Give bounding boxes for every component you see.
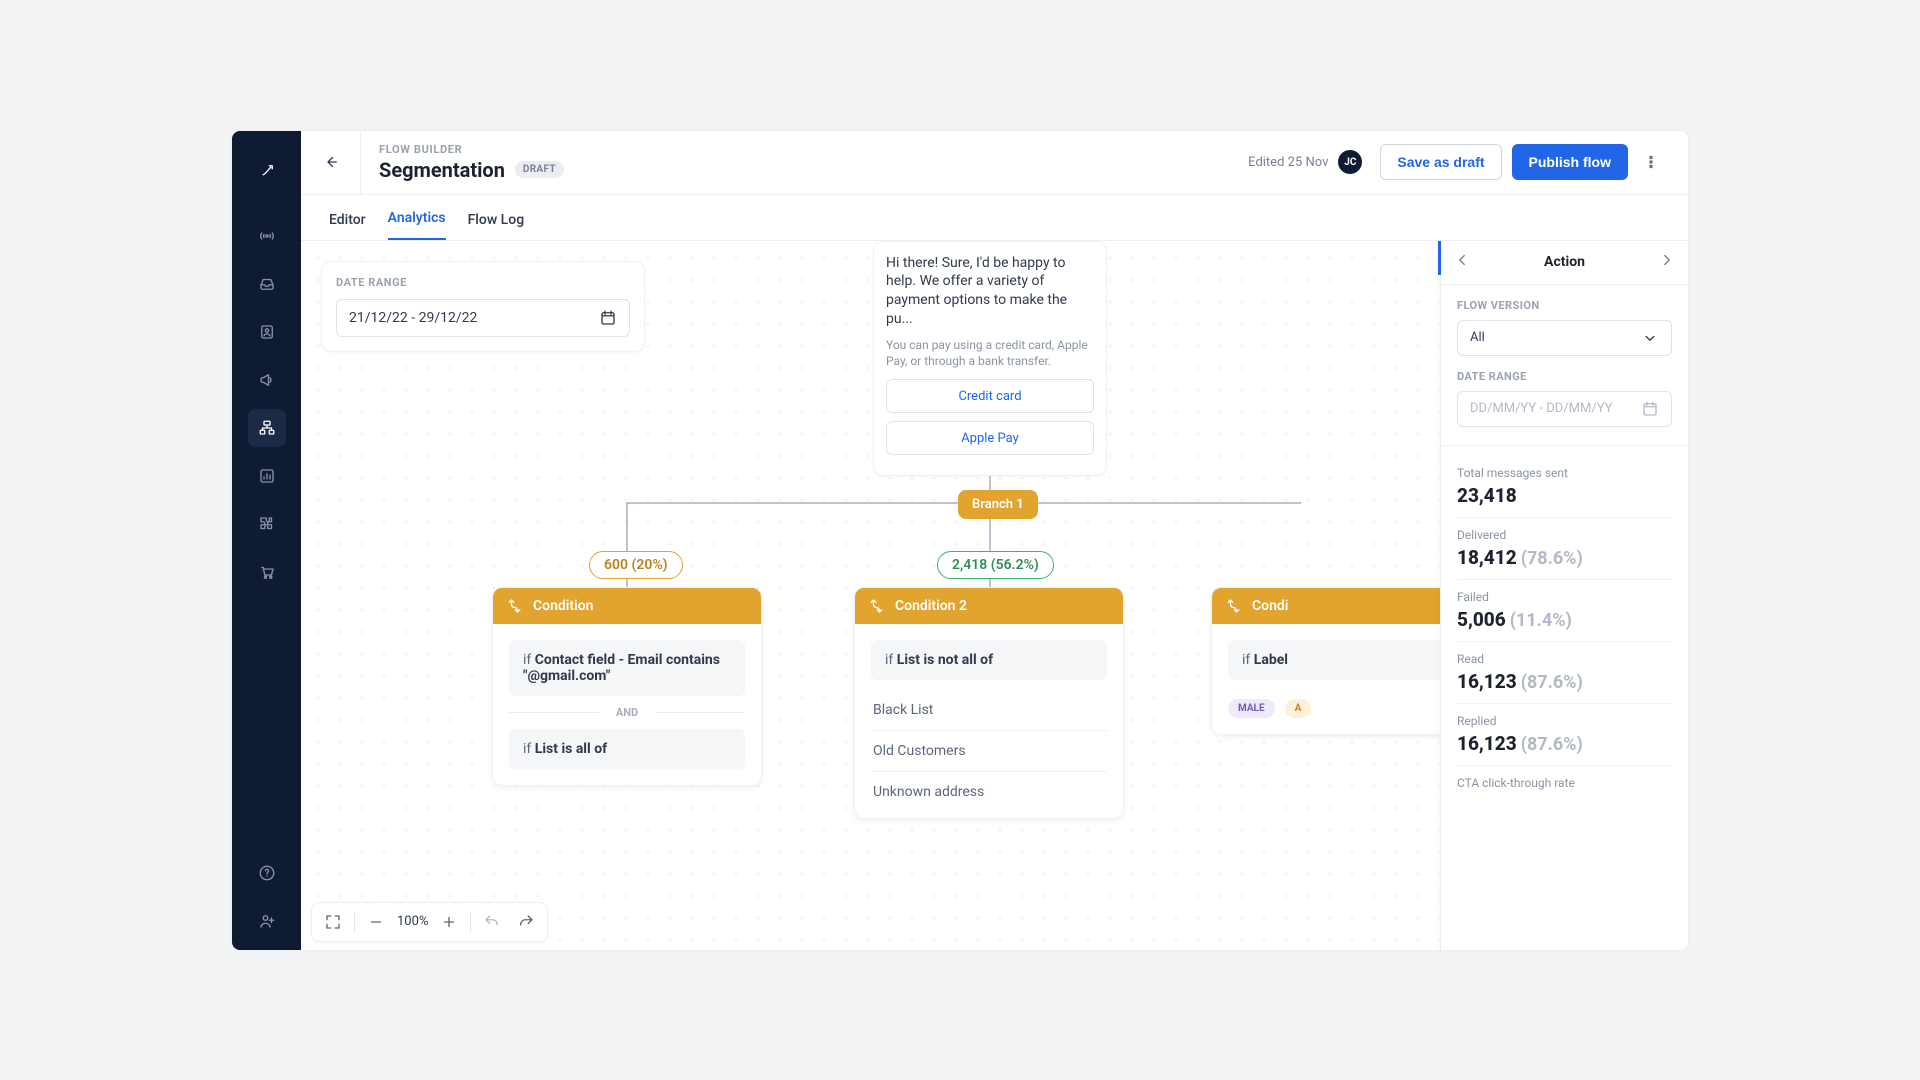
rule-box: if List is not all of <box>871 640 1107 680</box>
nav-help-icon[interactable] <box>248 854 286 892</box>
branch-node[interactable]: Branch 1 <box>958 490 1038 519</box>
panel-prev-button[interactable] <box>1453 251 1471 273</box>
rule-box: if List is all of <box>509 729 745 769</box>
nav-inbox-icon[interactable] <box>248 265 286 303</box>
stat-replied: Replied 16,123(87.6%) <box>1457 704 1672 766</box>
calendar-icon <box>1641 400 1659 418</box>
and-separator: AND <box>509 706 745 719</box>
analytics-panel: Action FLOW VERSION All DATE RANGE DD/MM… <box>1440 241 1688 950</box>
status-badge: DRAFT <box>515 161 564 178</box>
tag-pill: MALE <box>1228 699 1275 718</box>
edited-label: Edited 25 Nov <box>1248 155 1328 170</box>
rule-box: if Contact field - Email contains "@gmai… <box>509 640 745 696</box>
back-button[interactable] <box>301 131 361 195</box>
panel-title: Action <box>1544 254 1585 270</box>
zoom-out-button[interactable] <box>361 907 391 937</box>
condition-icon <box>507 597 525 615</box>
zoom-toolbar: 100% <box>311 902 548 942</box>
list-item: Black List <box>871 690 1107 731</box>
stat-read: Read 16,123(87.6%) <box>1457 642 1672 704</box>
avatar[interactable]: JC <box>1338 150 1362 174</box>
nav-flow-icon[interactable] <box>248 409 286 447</box>
panel-date-input[interactable]: DD/MM/YY - DD/MM/YY <box>1457 391 1672 427</box>
topbar: FLOW BUILDER Segmentation DRAFT Edited 2… <box>301 131 1688 195</box>
zoom-level: 100% <box>395 914 430 929</box>
date-range-card: DATE RANGE 21/12/22 - 29/12/22 <box>321 261 645 352</box>
date-range-input[interactable]: 21/12/22 - 29/12/22 <box>336 299 630 337</box>
stat-cta: CTA click-through rate <box>1457 766 1672 804</box>
panel-date-label: DATE RANGE <box>1457 370 1672 383</box>
flow-version-label: FLOW VERSION <box>1457 299 1672 312</box>
stat-delivered: Delivered 18,412(78.6%) <box>1457 518 1672 580</box>
nav-analytics-icon[interactable] <box>248 457 286 495</box>
fullscreen-button[interactable] <box>318 907 348 937</box>
stat-failed: Failed 5,006(11.4%) <box>1457 580 1672 642</box>
nav-integrations-icon[interactable] <box>248 505 286 543</box>
condition-title: Condition 2 <box>895 598 967 614</box>
tab-editor[interactable]: Editor <box>329 212 366 240</box>
page-title: Segmentation <box>379 158 505 182</box>
nav-invite-icon[interactable] <box>248 902 286 940</box>
condition-icon <box>1226 597 1244 615</box>
tab-flow-log[interactable]: Flow Log <box>468 212 525 240</box>
nav-commerce-icon[interactable] <box>248 553 286 591</box>
condition-icon <box>869 597 887 615</box>
message-text: Hi there! Sure, I'd be happy to help. We… <box>886 254 1094 330</box>
tabs: Editor Analytics Flow Log <box>301 195 1688 241</box>
save-draft-button[interactable]: Save as draft <box>1380 144 1501 180</box>
reply-button-credit[interactable]: Credit card <box>886 379 1094 413</box>
nav-contact-icon[interactable] <box>248 313 286 351</box>
more-menu-button[interactable] <box>1634 145 1668 179</box>
nav-campaign-icon[interactable] <box>248 361 286 399</box>
breadcrumb-label: FLOW BUILDER <box>379 143 564 156</box>
list-item: Old Customers <box>871 731 1107 772</box>
condition-title: Condi <box>1252 598 1288 614</box>
message-node[interactable]: Hi there! Sure, I'd be happy to help. We… <box>873 241 1107 477</box>
tag-pill: A <box>1285 699 1312 718</box>
branch-count-2: 2,418 (56.2%) <box>937 551 1054 579</box>
publish-button[interactable]: Publish flow <box>1512 144 1628 180</box>
condition-title: Condition <box>533 598 594 614</box>
rule-box: if Label <box>1228 640 1464 680</box>
date-range-label: DATE RANGE <box>336 276 630 289</box>
list-item: Unknown address <box>871 772 1107 812</box>
panel-next-button[interactable] <box>1658 251 1676 273</box>
branch-count-1: 600 (20%) <box>589 551 683 579</box>
sidebar <box>232 131 301 950</box>
condition-node-1[interactable]: Condition if Contact field - Email conta… <box>492 587 762 786</box>
app-logo[interactable] <box>255 159 279 183</box>
flow-version-select[interactable]: All <box>1457 320 1672 356</box>
tab-analytics[interactable]: Analytics <box>388 210 446 240</box>
redo-button[interactable] <box>511 907 541 937</box>
date-range-value: 21/12/22 - 29/12/22 <box>349 310 477 326</box>
nav-broadcast-icon[interactable] <box>248 217 286 255</box>
undo-button[interactable] <box>477 907 507 937</box>
reply-button-apple[interactable]: Apple Pay <box>886 421 1094 455</box>
stat-sent: Total messages sent 23,418 <box>1457 456 1672 518</box>
condition-node-2[interactable]: Condition 2 if List is not all of Black … <box>854 587 1124 819</box>
canvas[interactable]: DATE RANGE 21/12/22 - 29/12/22 Hi there!… <box>301 241 1688 950</box>
calendar-icon <box>599 309 617 327</box>
zoom-in-button[interactable] <box>434 907 464 937</box>
message-subtext: You can pay using a credit card, Apple P… <box>886 337 1094 369</box>
chevron-down-icon <box>1641 329 1659 347</box>
